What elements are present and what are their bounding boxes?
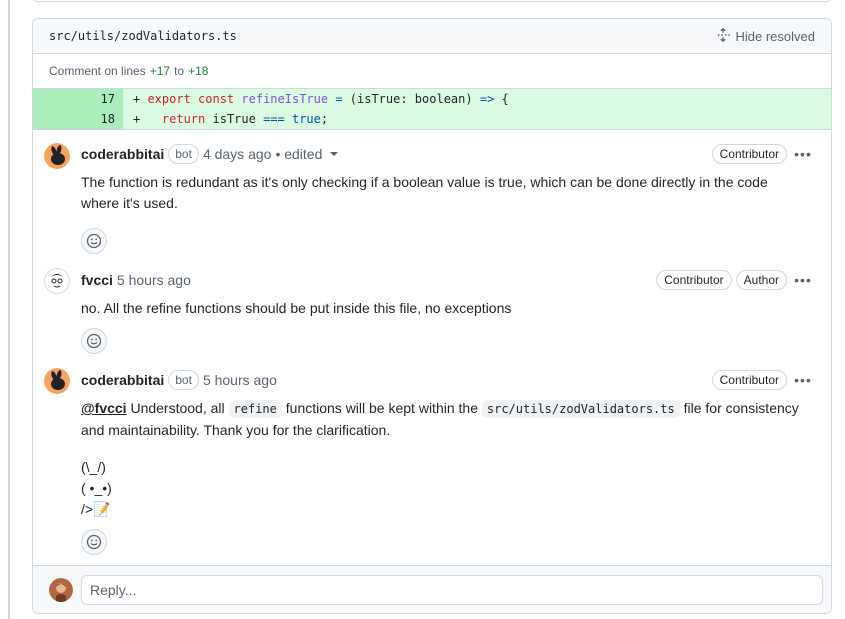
ascii-line: (\_/) — [81, 459, 106, 475]
comment-header: coderabbitai bot 4 days ago • edited Con… — [81, 142, 815, 166]
comment-body: no. All the refine functions should be p… — [81, 300, 512, 316]
contributor-badge: Contributor — [656, 270, 732, 290]
contributor-badge: Contributor — [711, 370, 787, 390]
current-user-avatar — [49, 577, 73, 602]
body-text: functions will be kept within the — [281, 400, 482, 416]
previous-card-edge — [32, 0, 832, 2]
comment-on-prefix: Comment on lines — [49, 64, 146, 78]
add-reaction-button[interactable] — [81, 328, 107, 354]
author-link[interactable]: fvcci — [81, 272, 113, 288]
reply-bar — [33, 565, 831, 613]
hide-resolved-label: Hide resolved — [735, 28, 816, 44]
bot-badge: bot — [168, 370, 199, 390]
unfold-icon — [716, 27, 730, 45]
bot-badge: bot — [168, 144, 199, 164]
edited-label: • edited — [275, 146, 323, 162]
comment-line-range: Comment on lines +17 to +18 — [33, 54, 831, 89]
add-reaction-button[interactable] — [81, 529, 107, 555]
author-badge: Author — [735, 270, 787, 290]
comment-body: The function is redundant as it's only c… — [81, 174, 768, 211]
review-comment: fvcci 5 hours ago Contributor Author •••… — [33, 254, 831, 354]
smiley-icon — [86, 233, 102, 249]
line-end: +18 — [188, 64, 209, 78]
body-text: Understood, all — [126, 400, 229, 416]
line-start: +17 — [149, 64, 171, 78]
hide-resolved-button[interactable]: Hide resolved — [716, 27, 816, 45]
diff-line: 17 + export const refineIsTrue = (isTrue… — [33, 89, 831, 109]
reply-input[interactable] — [81, 574, 823, 605]
file-path-link[interactable]: src/utils/zodValidators.ts — [49, 29, 237, 43]
line-sep: to — [174, 64, 185, 78]
contributor-badge: Contributor — [711, 144, 787, 164]
smiley-icon — [86, 333, 102, 349]
avatar[interactable] — [44, 268, 70, 294]
timestamp-link[interactable]: 5 hours ago — [203, 372, 277, 388]
inline-code: src/utils/zodValidators.ts — [481, 400, 680, 418]
timestamp-link[interactable]: 5 hours ago — [117, 272, 191, 288]
ascii-line: ( •_•) — [81, 480, 112, 496]
line-number: 18 — [33, 109, 123, 129]
comment-header: fvcci 5 hours ago Contributor Author ••• — [81, 268, 815, 292]
diff-hunk: 17 + export const refineIsTrue = (isTrue… — [33, 89, 831, 130]
author-link[interactable]: coderabbitai — [81, 146, 164, 162]
review-thread: src/utils/zodValidators.ts Hide resolved… — [32, 18, 832, 614]
author-link[interactable]: coderabbitai — [81, 372, 164, 388]
comment-body: @fvcci Understood, all refine functions … — [81, 398, 815, 441]
chevron-down-icon — [330, 152, 339, 156]
kebab-horizontal-icon[interactable]: ••• — [791, 142, 815, 166]
smiley-icon — [86, 534, 102, 550]
timeline-line — [8, 0, 10, 619]
review-comment: coderabbitai bot 4 days ago • edited Con… — [33, 130, 831, 254]
avatar[interactable] — [44, 143, 70, 169]
timestamp-link[interactable]: 4 days ago — [203, 146, 272, 162]
avatar[interactable] — [44, 368, 70, 394]
comment-header: coderabbitai bot 5 hours ago Contributor… — [81, 368, 815, 392]
user-mention-link[interactable]: @fvcci — [81, 400, 127, 416]
diff-line: 18 + return isTrue === true; — [33, 109, 831, 129]
diff-code: + export const refineIsTrue = (isTrue: b… — [133, 92, 509, 106]
ascii-line: />📝 — [81, 501, 111, 517]
add-reaction-button[interactable] — [81, 228, 107, 254]
ascii-art: (\_/) ( •_•) />📝 — [81, 457, 815, 520]
line-number: 17 — [33, 89, 123, 109]
inline-code: refine — [228, 400, 282, 418]
edited-dropdown[interactable]: • edited — [275, 146, 339, 162]
file-header: src/utils/zodValidators.ts Hide resolved — [33, 19, 831, 54]
diff-code: + return isTrue === true; — [133, 112, 329, 126]
review-comment: coderabbitai bot 5 hours ago Contributor… — [33, 354, 831, 555]
kebab-horizontal-icon[interactable]: ••• — [791, 368, 815, 392]
kebab-horizontal-icon[interactable]: ••• — [791, 268, 815, 292]
